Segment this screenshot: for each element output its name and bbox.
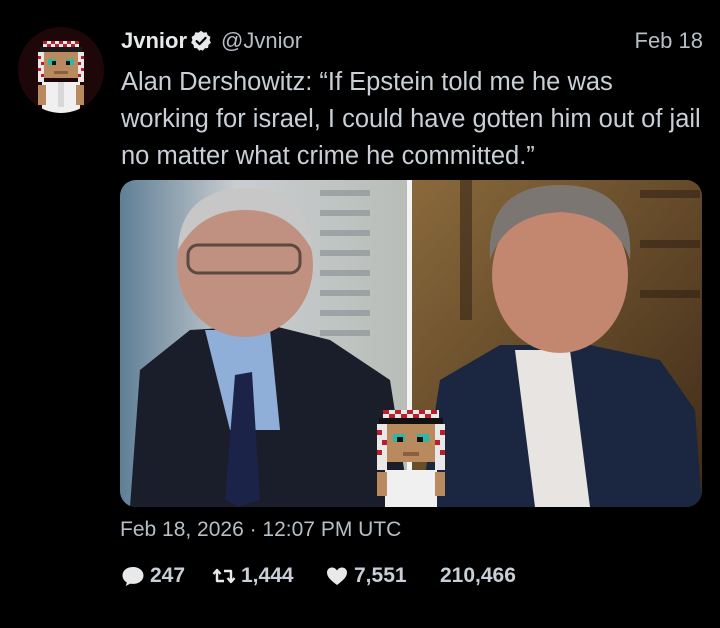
pixel-keffiyeh-character-avatar-icon (18, 27, 104, 113)
replies-count: 247 (150, 564, 186, 587)
tweet-header: Jvnior @Jvnior Feb 18 (121, 26, 703, 56)
likes-stat[interactable]: 7,551 (324, 561, 407, 591)
tweet-timestamp[interactable]: Feb 18, 2026 · 12:07 PM UTC (120, 515, 401, 545)
heart-icon (327, 567, 347, 585)
retweets-count: 1,444 (241, 564, 294, 587)
author-avatar[interactable] (18, 27, 104, 113)
author-display-name[interactable]: Jvnior (121, 26, 187, 56)
views-stat[interactable]: 210,466 (436, 561, 516, 591)
engagement-stats: 247 1,444 7,551 210,466 (120, 561, 620, 591)
reply-bubble-icon (122, 567, 144, 586)
tweet-date[interactable]: Feb 18 (635, 26, 704, 56)
retweets-stat[interactable]: 1,444 (211, 561, 294, 591)
tweet: Jvnior @Jvnior Feb 18 Alan Dershowitz: “… (0, 0, 720, 628)
tweet-media[interactable] (120, 180, 702, 507)
verified-badge-icon (191, 30, 211, 51)
replies-stat[interactable]: 247 (120, 561, 185, 591)
views-count: 210,466 (440, 564, 516, 587)
split-screen-video-still-icon (120, 180, 702, 507)
likes-count: 7,551 (354, 564, 407, 587)
author-handle[interactable]: @Jvnior (221, 26, 302, 56)
tweet-text: Alan Dershowitz: “If Epstein told me he … (121, 68, 701, 170)
retweet-icon (212, 568, 236, 584)
